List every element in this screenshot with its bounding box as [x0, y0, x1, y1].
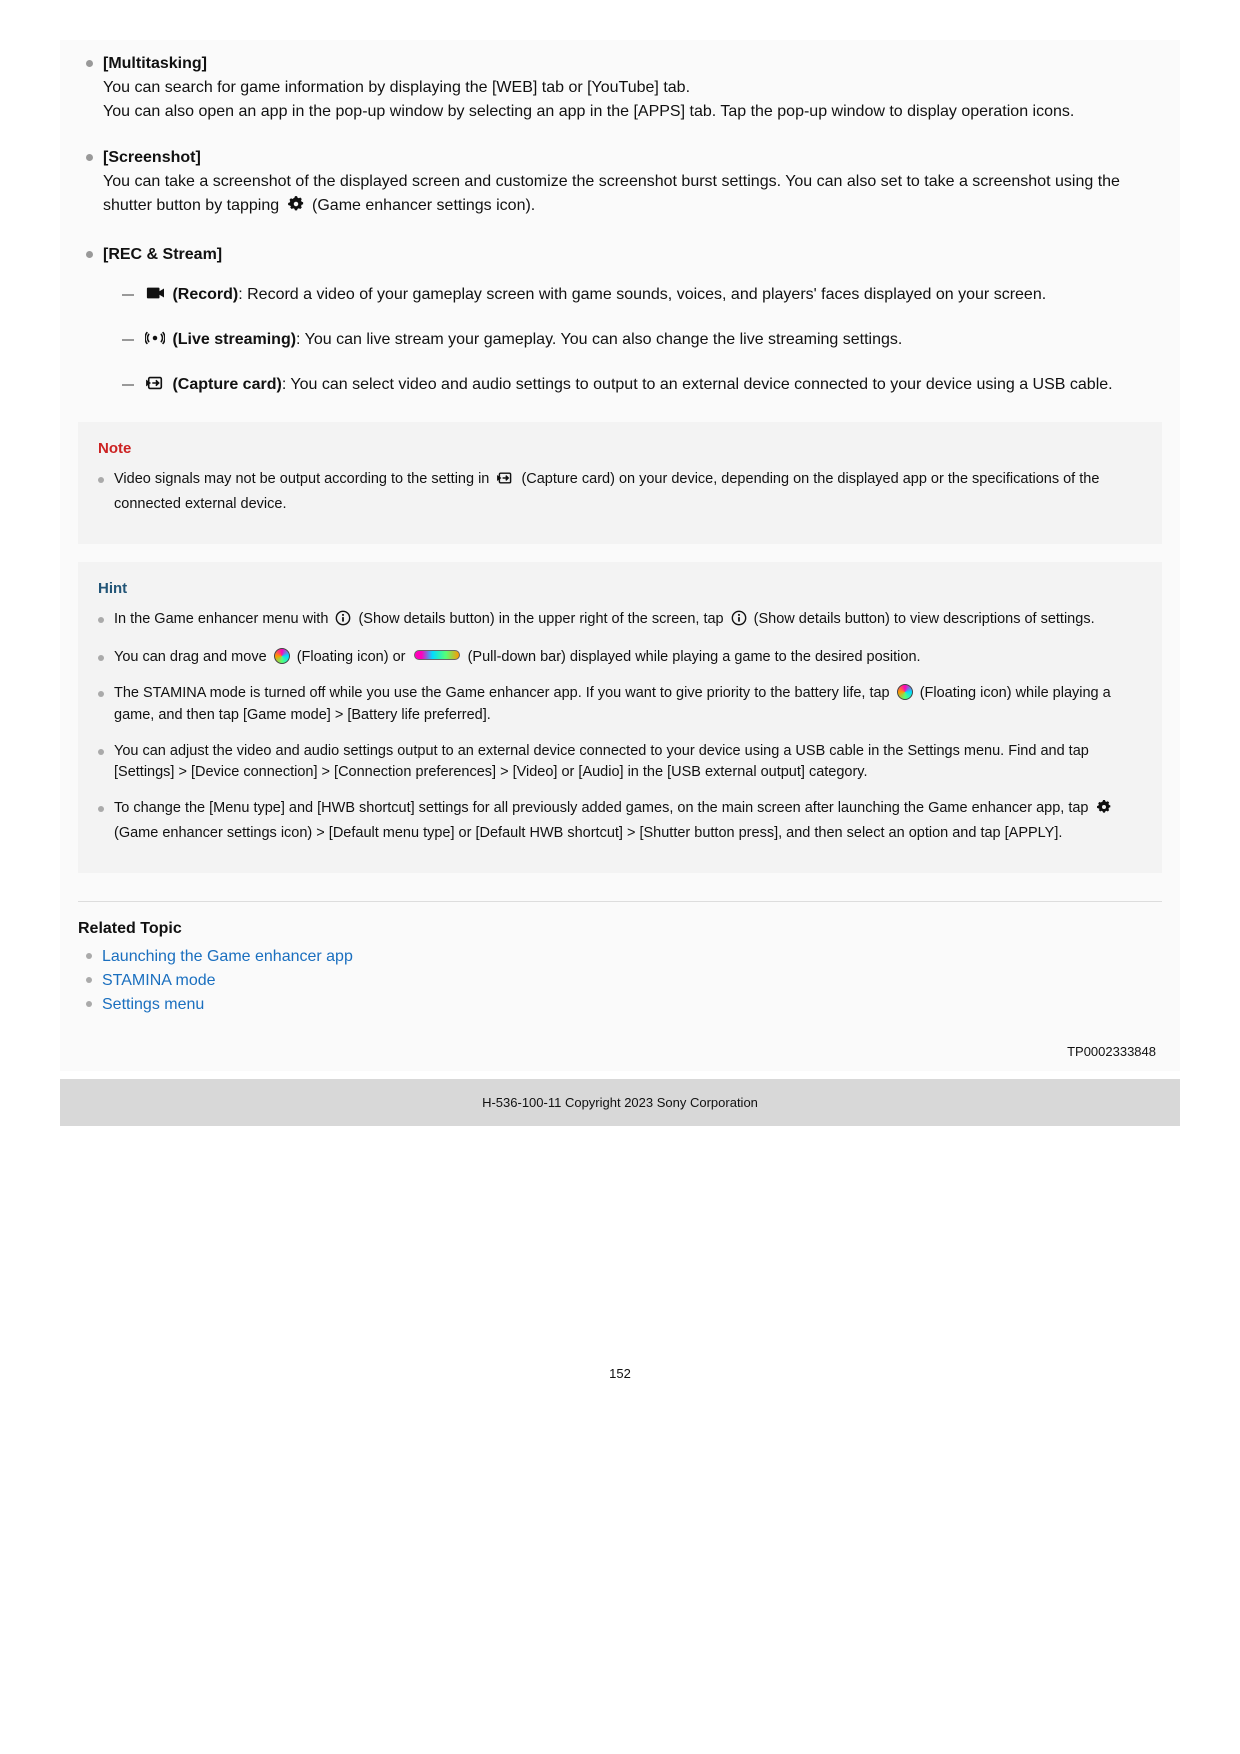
list-item: Settings menu — [86, 996, 1162, 1014]
bullet-icon — [86, 154, 93, 161]
record-text: : Record a video of your gameplay screen… — [238, 286, 1046, 303]
note-item: Video signals may not be output accordin… — [98, 469, 1142, 516]
hint-box: Hint In the Game enhancer menu with (Sho… — [78, 562, 1162, 873]
bullet-icon — [86, 251, 93, 258]
section-multitasking: [Multitasking] You can search for game i… — [86, 52, 1162, 124]
h2b: (Floating icon) or — [297, 649, 410, 665]
page-number: 152 — [60, 1366, 1180, 1381]
doc-id: TP0002333848 — [78, 1044, 1162, 1059]
record-label: (Record) — [172, 286, 238, 303]
section-screenshot: [Screenshot] You can take a screenshot o… — [86, 146, 1162, 221]
multitasking-title: [Multitasking] — [103, 52, 1162, 76]
copyright-footer: H-536-100-11 Copyright 2023 Sony Corpora… — [60, 1079, 1180, 1126]
hint-item: The STAMINA mode is turned off while you… — [98, 683, 1142, 727]
h3a: The STAMINA mode is turned off while you… — [114, 685, 894, 701]
dash-icon — [122, 294, 134, 296]
cap-text: : You can select video and audio setting… — [282, 376, 1113, 393]
h4: You can adjust the video and audio setti… — [114, 741, 1142, 785]
screenshot-t1: You can take a screenshot of the display… — [103, 173, 1120, 214]
dash-icon — [122, 339, 134, 341]
hint-item: To change the [Menu type] and [HWB short… — [98, 798, 1142, 845]
bullet-icon — [86, 953, 92, 959]
divider — [78, 901, 1162, 902]
rec-title: [REC & Stream] — [103, 243, 1162, 267]
hint-item: You can drag and move (Floating icon) or… — [98, 647, 1142, 669]
related-title: Related Topic — [78, 920, 1162, 938]
screenshot-text: You can take a screenshot of the display… — [103, 170, 1162, 221]
info-icon — [731, 610, 747, 634]
gear-icon — [287, 195, 305, 221]
bullet-icon — [98, 691, 104, 697]
hint-item: In the Game enhancer menu with (Show det… — [98, 609, 1142, 634]
item-live: (Live streaming): You can live stream yo… — [122, 328, 1162, 355]
note-box: Note Video signals may not be output acc… — [78, 422, 1162, 544]
bullet-icon — [98, 617, 104, 623]
list-item: Launching the Game enhancer app — [86, 948, 1162, 966]
h2a: You can drag and move — [114, 649, 271, 665]
live-text: : You can live stream your gameplay. You… — [296, 331, 902, 348]
bullet-icon — [86, 1001, 92, 1007]
floating-icon — [274, 648, 290, 664]
section-rec-stream: [REC & Stream] (Record): Record a video … — [86, 243, 1162, 400]
multitasking-p2: You can also open an app in the pop-up w… — [103, 100, 1162, 124]
list-item: STAMINA mode — [86, 972, 1162, 990]
h5a: To change the [Menu type] and [HWB short… — [114, 800, 1093, 816]
h1b: (Show details button) in the upper right… — [358, 611, 727, 627]
cap-label: (Capture card) — [172, 376, 281, 393]
related-link-3[interactable]: Settings menu — [102, 996, 204, 1013]
bullet-icon — [86, 60, 93, 67]
item-record: (Record): Record a video of your gamepla… — [122, 283, 1162, 310]
capture-card-icon — [145, 374, 165, 400]
capture-card-icon — [496, 470, 514, 494]
screenshot-title: [Screenshot] — [103, 146, 1162, 170]
note-title: Note — [98, 440, 1142, 457]
bullet-icon — [86, 977, 92, 983]
broadcast-icon — [145, 329, 165, 355]
pulldown-bar-icon — [414, 650, 460, 660]
bullet-icon — [98, 655, 104, 661]
live-label: (Live streaming) — [172, 331, 296, 348]
dash-icon — [122, 384, 134, 386]
note-1a: Video signals may not be output accordin… — [114, 471, 493, 487]
bullet-icon — [98, 477, 104, 483]
bullet-icon — [98, 806, 104, 812]
camera-icon — [145, 284, 165, 310]
info-icon — [335, 610, 351, 634]
multitasking-p1: You can search for game information by d… — [103, 76, 1162, 100]
floating-icon — [897, 684, 913, 700]
gear-icon — [1096, 799, 1112, 823]
hint-title: Hint — [98, 580, 1142, 597]
hint-item: You can adjust the video and audio setti… — [98, 741, 1142, 785]
related-link-1[interactable]: Launching the Game enhancer app — [102, 948, 353, 965]
bullet-icon — [98, 749, 104, 755]
h1c: (Show details button) to view descriptio… — [754, 611, 1095, 627]
screenshot-t2: (Game enhancer settings icon). — [312, 197, 535, 214]
h1a: In the Game enhancer menu with — [114, 611, 332, 627]
h5b: (Game enhancer settings icon) > [Default… — [114, 825, 1062, 841]
h2c: (Pull-down bar) displayed while playing … — [468, 649, 921, 665]
item-capture: (Capture card): You can select video and… — [122, 373, 1162, 400]
related-link-2[interactable]: STAMINA mode — [102, 972, 216, 989]
